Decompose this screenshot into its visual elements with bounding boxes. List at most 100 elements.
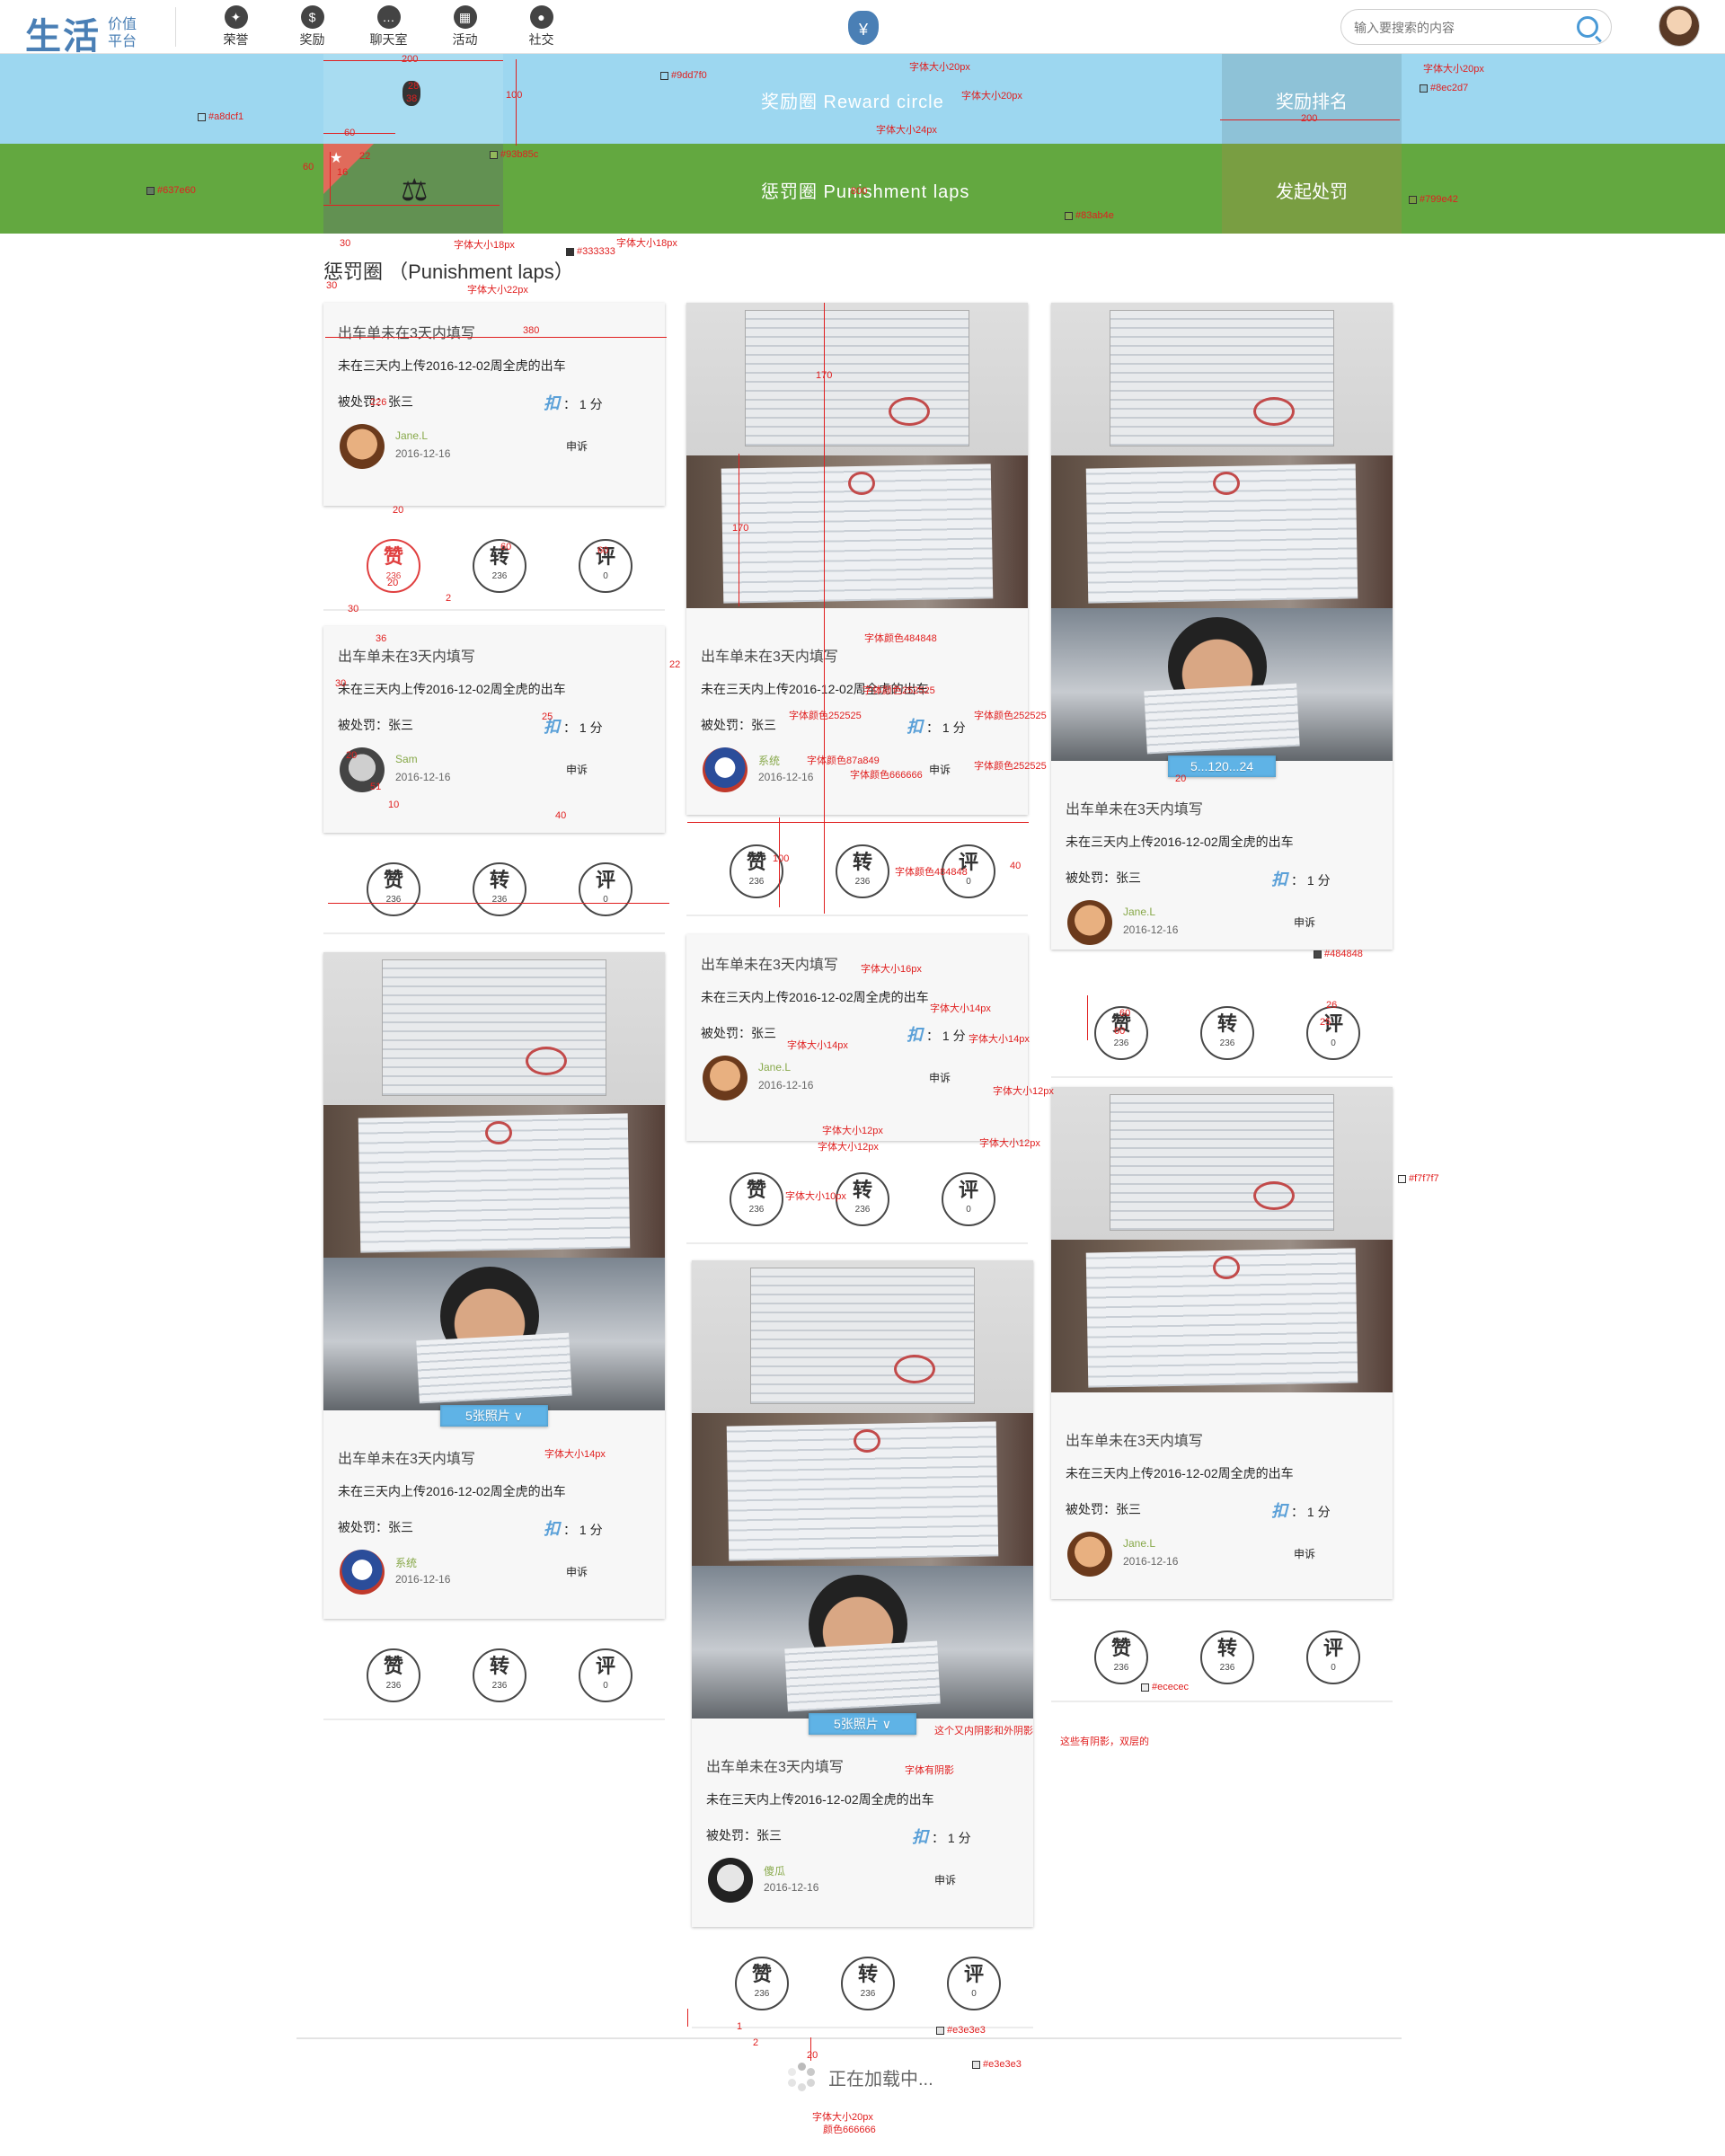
share-button[interactable]: 转 236 xyxy=(473,862,526,916)
receipt-photo[interactable] xyxy=(323,1105,665,1258)
nav-item-social[interactable]: ● 社交 xyxy=(503,5,579,49)
comment-button[interactable]: 评0 xyxy=(579,862,632,916)
user-name[interactable]: 傻瓜 xyxy=(764,1863,785,1878)
card-title: 出车单未在3天内填写 xyxy=(706,1760,844,1775)
avatar[interactable] xyxy=(703,1056,748,1100)
share-button[interactable]: 转 236 xyxy=(1200,1006,1254,1060)
search-icon[interactable] xyxy=(1577,16,1598,38)
receipt-photo[interactable] xyxy=(1051,303,1393,455)
like-button[interactable]: 赞 236 xyxy=(735,1957,789,2010)
user-avatar[interactable] xyxy=(1659,5,1700,47)
nav-item-reward[interactable]: $ 奖励 xyxy=(274,5,350,49)
share-button[interactable]: 转 236 xyxy=(836,844,889,898)
appeal-link[interactable]: 申诉 xyxy=(929,762,951,777)
receipt-photo[interactable] xyxy=(1051,1240,1393,1392)
color-swatch xyxy=(1398,1174,1406,1183)
punishment-card[interactable]: 出车单未在3天内填写 未在三天内上传2016-12-02周全虎的出车 被处罚：张… xyxy=(323,626,665,833)
design-annotation: #484848 xyxy=(1314,949,1363,959)
annotation-text: #a8dcf1 xyxy=(208,111,244,122)
penalized-person: 被处罚：张三 xyxy=(338,1520,413,1534)
share-button[interactable]: 转 236 xyxy=(473,539,526,593)
comment-button[interactable]: 评0 xyxy=(1306,1006,1360,1060)
receipt-photo[interactable] xyxy=(323,1258,665,1410)
search-input[interactable] xyxy=(1354,18,1561,38)
user-name[interactable]: Jane.L xyxy=(1123,906,1155,918)
like-button[interactable]: 赞 236 xyxy=(367,1648,420,1702)
dimension-label: 22 xyxy=(359,151,371,162)
comment-button[interactable]: 评0 xyxy=(579,1648,632,1702)
comment-count: 0 xyxy=(603,571,608,581)
user-name[interactable]: Sam xyxy=(395,753,418,765)
share-count: 236 xyxy=(854,877,871,887)
nav-item-chatroom[interactable]: … 聊天室 xyxy=(350,5,427,49)
card-title: 出车单未在3天内填写 xyxy=(338,326,475,341)
reward-circle-title[interactable]: 奖励圈 Reward circle xyxy=(761,87,944,113)
like-button[interactable]: 赞 236 xyxy=(1094,1630,1148,1684)
dimension-label: 40 xyxy=(1010,861,1022,871)
receipt-photo[interactable] xyxy=(686,303,1028,455)
like-icon: 赞 xyxy=(383,545,403,568)
like-count: 236 xyxy=(748,1205,765,1215)
user-name[interactable]: 系统 xyxy=(395,1555,417,1570)
site-logo[interactable]: 生活 价值平台 xyxy=(25,7,140,59)
receipt-photo[interactable] xyxy=(1051,455,1393,608)
share-icon: 转 xyxy=(1216,1637,1237,1659)
receipt-photo[interactable] xyxy=(323,952,665,1105)
measure-line xyxy=(323,205,500,206)
receipt-photo[interactable] xyxy=(1051,1087,1393,1240)
comment-button[interactable]: 评0 xyxy=(942,1172,995,1226)
punishment-card[interactable]: 出车单未在3天内填写 未在三天内上传2016-12-02周全虎的出车 被处罚：张… xyxy=(1051,1087,1393,1599)
avatar[interactable] xyxy=(1067,1532,1112,1577)
share-button[interactable]: 转 236 xyxy=(473,1648,526,1702)
more-photos-button[interactable]: 5张照片 ∨ xyxy=(440,1405,548,1427)
avatar[interactable] xyxy=(340,1550,385,1595)
user-name[interactable]: Jane.L xyxy=(395,429,428,442)
punishment-card[interactable]: 出车单未在3天内填写 未在三天内上传2016-12-02周全虎的出车 被处罚：张… xyxy=(686,303,1028,815)
dimension-label: 2 xyxy=(446,593,452,604)
dimension-label: 25 xyxy=(542,711,553,722)
avatar[interactable] xyxy=(703,747,748,792)
comment-button[interactable]: 评0 xyxy=(947,1957,1001,2010)
punishment-card[interactable]: 5张照片 ∨ 出车单未在3天内填写 未在三天内上传2016-12-02周全虎的出车… xyxy=(323,952,665,1619)
avatar[interactable] xyxy=(708,1858,753,1903)
receipt-photo[interactable] xyxy=(692,1413,1033,1566)
color-swatch xyxy=(1409,195,1417,204)
dimension-label: 1 xyxy=(737,2021,743,2032)
dimension-label: 60 xyxy=(1114,1026,1126,1037)
punishment-card[interactable]: 5...120...24 出车单未在3天内填写 未在三天内上传2016-12-02… xyxy=(1051,303,1393,950)
comment-button[interactable]: 评0 xyxy=(1306,1630,1360,1684)
reward-ranking-button[interactable]: 奖励排名 xyxy=(1222,87,1402,113)
nav-item-honor[interactable]: ✦ 荣誉 xyxy=(198,5,274,49)
annotation-text: #484848 xyxy=(1324,949,1363,959)
receipt-photo[interactable] xyxy=(1051,608,1393,761)
user-name[interactable]: Jane.L xyxy=(1123,1537,1155,1550)
dimension-label: 100 xyxy=(506,90,523,101)
measure-line xyxy=(330,152,331,204)
more-photos-button[interactable]: 5张照片 ∨ xyxy=(809,1713,916,1735)
initiate-punish-button[interactable]: 发起处罚 xyxy=(1222,177,1402,203)
avatar[interactable] xyxy=(340,424,385,469)
like-button[interactable]: 赞 236 xyxy=(730,844,783,898)
like-button[interactable]: 赞 236 xyxy=(730,1172,783,1226)
user-name[interactable]: Jane.L xyxy=(758,1061,791,1074)
dimension-label: 380 xyxy=(523,325,540,336)
nav-item-activity[interactable]: ▦ 活动 xyxy=(427,5,503,49)
user-name[interactable]: 系统 xyxy=(758,753,780,768)
appeal-link[interactable]: 申诉 xyxy=(566,438,588,454)
appeal-link[interactable]: 申诉 xyxy=(1294,1546,1315,1561)
post-date: 2016-12-16 xyxy=(758,771,814,783)
avatar[interactable] xyxy=(1067,900,1112,945)
receipt-photo[interactable] xyxy=(692,1260,1033,1413)
share-button[interactable]: 转 236 xyxy=(1200,1630,1254,1684)
deduct-value: ： 1 分 xyxy=(563,1523,603,1537)
top-header: 生活 价值平台 ✦ 荣誉 $ 奖励 … 聊天室 ▦ 活动 ● 社交 ¥ xyxy=(0,0,1725,57)
receipt-photo[interactable] xyxy=(692,1566,1033,1719)
appeal-link[interactable]: 申诉 xyxy=(929,1070,951,1085)
appeal-link[interactable]: 申诉 xyxy=(566,1564,588,1579)
share-button[interactable]: 转 236 xyxy=(841,1957,895,2010)
punishment-card[interactable]: 5张照片 ∨ 出车单未在3天内填写 未在三天内上传2016-12-02周全虎的出车… xyxy=(692,1260,1033,1927)
appeal-link[interactable]: 申诉 xyxy=(934,1872,956,1887)
like-button[interactable]: 赞 236 xyxy=(367,862,420,916)
appeal-link[interactable]: 申诉 xyxy=(566,762,588,777)
appeal-link[interactable]: 申诉 xyxy=(1294,915,1315,930)
